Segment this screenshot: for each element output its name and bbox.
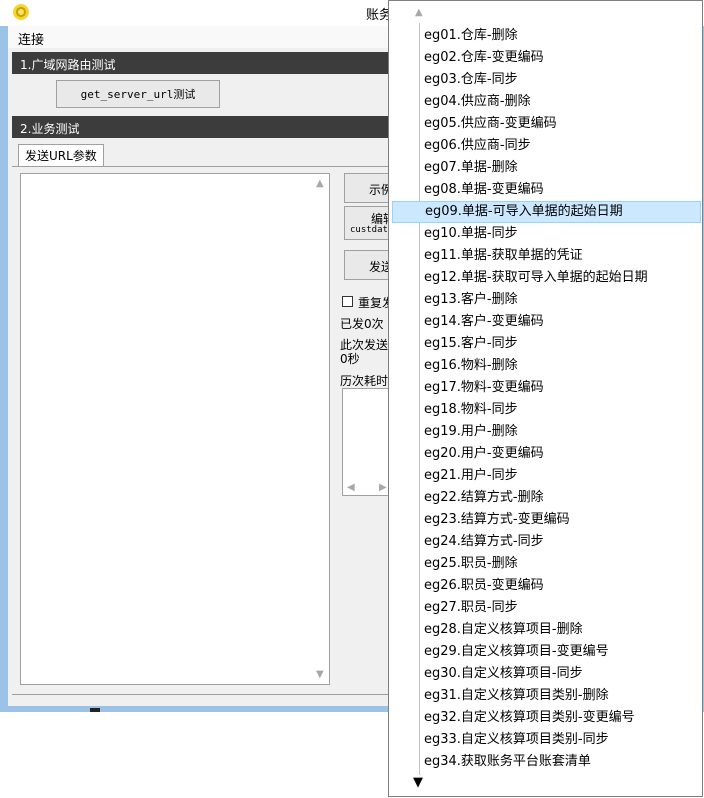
tab-send-url-params[interactable]: 发送URL参数 (18, 144, 104, 166)
url-params-scrollbar[interactable]: ▲ ▼ (313, 174, 329, 684)
dropdown-item[interactable]: eg28.自定义核算项目-删除 (392, 619, 701, 641)
repeat-send-checkbox[interactable] (342, 296, 353, 307)
dropdown-item[interactable]: eg29.自定义核算项目-变更编号 (392, 641, 701, 663)
dropdown-scroll-up-icon[interactable]: ▲ (415, 7, 423, 18)
scroll-up-icon[interactable]: ▲ (316, 178, 324, 189)
app-icon (13, 4, 29, 20)
dropdown-item[interactable]: eg26.职员-变更编码 (392, 575, 701, 597)
scroll-left-icon[interactable]: ◀ (347, 482, 355, 493)
scroll-right-icon[interactable]: ▶ (379, 482, 387, 493)
dropdown-item[interactable]: eg18.物料-同步 (392, 399, 701, 421)
url-params-textarea[interactable]: ▲ ▼ (20, 173, 330, 685)
dropdown-item[interactable]: eg15.客户-同步 (392, 333, 701, 355)
dropdown-item[interactable]: eg08.单据-变更编码 (392, 179, 701, 201)
dropdown-item[interactable]: eg11.单据-获取单据的凭证 (392, 245, 701, 267)
dropdown-item[interactable]: eg13.客户-删除 (392, 289, 701, 311)
dropdown-item[interactable]: eg24.结算方式-同步 (392, 531, 701, 553)
menu-connect[interactable]: 连接 (18, 29, 44, 48)
dropdown-item[interactable]: eg07.单据-删除 (392, 157, 701, 179)
dropdown-item[interactable]: eg12.单据-获取可导入单据的起始日期 (392, 267, 701, 289)
dropdown-item[interactable]: eg20.用户-变更编码 (392, 443, 701, 465)
example-dropdown-list[interactable]: ▲ eg01.仓库-删除 eg02.仓库-变更编码 eg03.仓库-同步 eg04.供… (388, 0, 703, 797)
dropdown-item[interactable]: eg04.供应商-删除 (392, 91, 701, 113)
dropdown-item[interactable]: eg10.单据-同步 (392, 223, 701, 245)
dropdown-item[interactable]: eg16.物料-删除 (392, 355, 701, 377)
this-send-duration: 0秒 (340, 352, 360, 366)
dropdown-item[interactable]: eg17.物料-变更编码 (392, 377, 701, 399)
dropdown-item[interactable]: eg31.自定义核算项目类别-删除 (392, 685, 701, 707)
dropdown-item[interactable]: eg06.供应商-同步 (392, 135, 701, 157)
dropdown-item[interactable]: eg19.用户-删除 (392, 421, 701, 443)
get-server-url-test-button[interactable]: get_server_url测试 (56, 80, 220, 108)
section-business-test-title: 2.业务测试 (20, 122, 80, 136)
section-wan-routing-title: 1.广域网路由测试 (20, 58, 116, 72)
dropdown-item[interactable]: eg34.获取账务平台账套清单 (392, 751, 701, 773)
sent-count-label: 已发0次 (340, 317, 384, 331)
dropdown-item[interactable]: eg21.用户-同步 (392, 465, 701, 487)
dropdown-item[interactable]: eg33.自定义核算项目类别-同步 (392, 729, 701, 751)
dropdown-item[interactable]: eg09.单据-可导入单据的起始日期 (392, 201, 701, 223)
history-duration-label: 历次耗时 (340, 374, 389, 388)
dropdown-item[interactable]: eg32.自定义核算项目类别-变更编号 (392, 707, 701, 729)
dropdown-item[interactable]: eg14.客户-变更编码 (392, 311, 701, 333)
dropdown-item[interactable]: eg03.仓库-同步 (392, 69, 701, 91)
dropdown-item[interactable]: eg23.结算方式-变更编码 (392, 509, 701, 531)
dropdown-scroll-down-icon[interactable]: ▼ (413, 775, 423, 790)
dropdown-item[interactable]: eg02.仓库-变更编码 (392, 47, 701, 69)
dropdown-item[interactable]: eg25.职员-删除 (392, 553, 701, 575)
dropdown-item[interactable]: eg05.供应商-变更编码 (392, 113, 701, 135)
taskbar-mark (90, 708, 100, 712)
dropdown-item[interactable]: eg22.结算方式-删除 (392, 487, 701, 509)
dropdown-item[interactable]: eg01.仓库-删除 (392, 25, 701, 47)
dropdown-items: eg01.仓库-删除 eg02.仓库-变更编码 eg03.仓库-同步 eg04.供应商… (392, 25, 701, 773)
scroll-down-icon[interactable]: ▼ (316, 669, 324, 680)
edit-button-sublabel: custdat (350, 225, 388, 235)
dropdown-item[interactable]: eg30.自定义核算项目-同步 (392, 663, 701, 685)
dropdown-item[interactable]: eg27.职员-同步 (392, 597, 701, 619)
